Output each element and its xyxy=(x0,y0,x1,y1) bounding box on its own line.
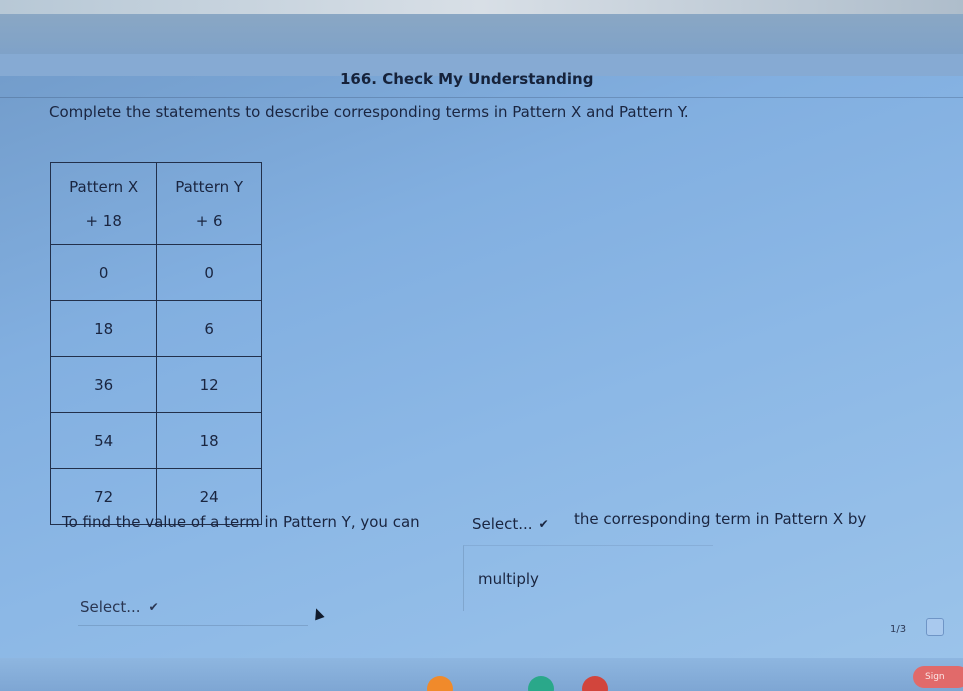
statement-text-after: the corresponding term in Pattern X by xyxy=(574,510,867,528)
browser-top-strip xyxy=(0,0,963,14)
divider xyxy=(0,97,963,98)
sign-button[interactable]: Sign xyxy=(913,666,963,688)
cell-pattern-x: 54 xyxy=(49,412,158,469)
factor-select-underline xyxy=(78,625,308,626)
header-pattern-y-rule: + 6 xyxy=(195,211,223,230)
pattern-table: Pattern X + 18 Pattern Y + 6 0 0 18 6 36… xyxy=(49,162,262,525)
cell-pattern-y: 0 xyxy=(156,244,262,301)
operation-select[interactable]: Select... ✔ xyxy=(464,509,570,539)
cell-pattern-x: 36 xyxy=(49,356,158,413)
chevron-down-icon: ✔ xyxy=(538,517,549,531)
table-row: 0 0 xyxy=(49,244,262,301)
problem-prompt: Complete the statements to describe corr… xyxy=(49,103,689,121)
cell-pattern-y: 6 xyxy=(156,300,262,357)
header-pattern-y: Pattern Y + 6 xyxy=(156,162,262,245)
page-count: 1/3 xyxy=(890,624,907,635)
cell-pattern-y: 18 xyxy=(156,412,262,469)
cell-pattern-x: 0 xyxy=(49,244,158,301)
header-pattern-x-rule: + 18 xyxy=(85,211,122,230)
operation-select-value: Select... xyxy=(472,515,533,533)
dropdown-option-multiply[interactable]: multiply xyxy=(478,570,539,588)
table-row: 54 18 xyxy=(49,412,262,469)
page-nav-button[interactable] xyxy=(926,618,944,636)
sign-button-label: Sign xyxy=(925,672,945,682)
factor-select[interactable]: Select... ✔ xyxy=(80,594,186,620)
cell-pattern-y: 12 xyxy=(156,356,262,413)
header-pattern-x: Pattern X + 18 xyxy=(49,162,158,245)
table-row: 36 12 xyxy=(49,356,262,413)
factor-select-value: Select... xyxy=(80,598,141,616)
statement-text-before: To find the value of a term in Pattern Y… xyxy=(62,513,420,531)
chevron-down-icon: ✔ xyxy=(148,600,159,614)
operation-dropdown-menu: multiply xyxy=(463,545,713,611)
mouse-cursor-icon xyxy=(311,606,325,621)
table-row: 18 6 xyxy=(49,300,262,357)
header-pattern-x-name: Pattern X xyxy=(69,177,139,196)
problem-title: 166. Check My Understanding xyxy=(340,70,594,88)
taskbar xyxy=(0,658,963,691)
header-band xyxy=(0,14,963,54)
header-pattern-y-name: Pattern Y xyxy=(175,177,244,196)
cell-pattern-x: 18 xyxy=(49,300,158,357)
